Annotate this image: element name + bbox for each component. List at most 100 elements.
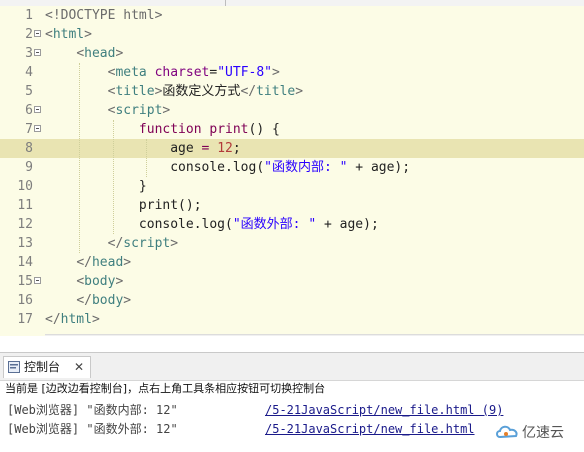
code-text: </body>	[45, 291, 131, 310]
watermark-text: 亿速云	[522, 425, 564, 441]
code-token: console.log(	[45, 217, 233, 232]
code-token: "函数内部: "	[264, 160, 348, 175]
line-number: 14	[17, 255, 33, 270]
line-number: 16	[17, 293, 33, 308]
code-line[interactable]: 1 <!DOCTYPE html>	[0, 6, 584, 25]
code-text: <head>	[45, 44, 123, 63]
code-line[interactable]: 4 <meta charset="UTF-8">	[0, 63, 584, 82]
code-token: title	[115, 84, 155, 99]
line-number: 15	[17, 274, 33, 289]
code-token: title	[256, 84, 296, 99]
code-line[interactable]: 11 print();	[0, 196, 584, 215]
code-text: age = 12;	[45, 139, 241, 158]
code-line[interactable]: 5 <title>函数定义方式</title>	[0, 82, 584, 101]
fold-toggle-icon[interactable]	[34, 106, 41, 113]
code-line[interactable]: 2 <html>	[0, 25, 584, 44]
line-number: 13	[17, 236, 33, 251]
line-number: 4	[25, 65, 33, 80]
code-text: </head>	[45, 253, 131, 272]
code-token: + age);	[316, 217, 379, 232]
indent-guide	[113, 120, 114, 234]
fold-toggle-icon[interactable]	[34, 125, 41, 132]
code-text: <title>函数定义方式</title>	[45, 82, 303, 101]
code-token: "函数外部: "	[232, 217, 317, 232]
line-number: 5	[25, 84, 33, 99]
code-token: body	[84, 274, 116, 289]
code-text: <script>	[45, 101, 171, 120]
code-token: head	[91, 255, 124, 270]
code-text: console.log("函数内部: " + age);	[45, 158, 410, 177]
code-text: print();	[45, 196, 202, 215]
code-token: >	[115, 274, 124, 289]
indent-guide	[146, 139, 147, 177]
code-token: <	[76, 274, 85, 289]
code-token: script	[123, 236, 171, 251]
code-token: </	[45, 312, 61, 327]
code-token: print	[209, 122, 249, 137]
line-number: 10	[17, 179, 33, 194]
code-line[interactable]: 15 <body>	[0, 272, 584, 291]
code-line[interactable]: 7 function print() {	[0, 120, 584, 139]
code-token: ;	[232, 141, 241, 156]
code-text: }	[45, 177, 147, 196]
code-token: <	[76, 46, 85, 61]
horizontal-scrollbar[interactable]	[45, 334, 584, 336]
close-icon[interactable]: ✕	[74, 357, 84, 377]
code-token: charset	[154, 65, 210, 80]
code-token: head	[84, 46, 116, 61]
code-text: </script>	[45, 234, 178, 253]
code-text: <!DOCTYPE html>	[45, 6, 162, 25]
fold-toggle-icon[interactable]	[34, 49, 41, 56]
code-text: <meta charset="UTF-8">	[45, 63, 280, 82]
code-editor[interactable]: 1 <!DOCTYPE html> 2 <html> 3 <head> 4 <meta c…	[0, 0, 584, 336]
code-token: >	[84, 27, 92, 42]
code-line[interactable]: 3 <head>	[0, 44, 584, 63]
code-token: >	[91, 312, 100, 327]
line-number: 12	[17, 217, 33, 232]
tab-console[interactable]: 控制台 ✕	[3, 356, 91, 378]
fold-toggle-icon[interactable]	[34, 30, 41, 37]
code-text: function print() {	[45, 120, 280, 139]
code-token: script	[115, 103, 163, 118]
console-output-line: [Web浏览器] "函数内部: 12"	[7, 403, 178, 417]
code-token: >	[295, 84, 304, 99]
line-number: 17	[17, 312, 33, 327]
console-output-link[interactable]: /5-21JavaScript/new_file.html (9)	[265, 401, 503, 420]
code-token: function	[138, 122, 202, 137]
line-number: 3	[25, 46, 33, 61]
code-line[interactable]: 12 console.log("函数外部: " + age);	[0, 215, 584, 234]
code-line[interactable]: 6 <script>	[0, 101, 584, 120]
code-line[interactable]: 17 </html>	[0, 310, 584, 329]
code-token: 12	[217, 141, 233, 156]
code-text: console.log("函数外部: " + age);	[45, 215, 379, 234]
console-tab-bar: 控制台 ✕	[0, 352, 584, 381]
code-line[interactable]: 14 </head>	[0, 253, 584, 272]
code-line[interactable]: 9 console.log("函数内部: " + age);	[0, 158, 584, 177]
code-line[interactable]: 13 </script>	[0, 234, 584, 253]
console-output-link[interactable]: /5-21JavaScript/new_file.html	[265, 420, 475, 439]
code-text: </html>	[45, 310, 100, 329]
code-token: print();	[45, 198, 202, 213]
line-number: 11	[17, 198, 33, 213]
code-token: html	[60, 312, 92, 327]
code-token: </	[76, 293, 92, 308]
fold-toggle-icon[interactable]	[34, 277, 41, 284]
code-token: html	[52, 27, 85, 42]
code-token: <	[45, 27, 53, 42]
code-line[interactable]: 8 age = 12;	[0, 139, 584, 158]
code-token: >	[123, 293, 132, 308]
indent-guide	[79, 63, 80, 253]
code-line[interactable]: 10 }	[0, 177, 584, 196]
code-line[interactable]: 16 </body>	[0, 291, 584, 310]
watermark: 亿速云	[490, 420, 584, 444]
code-token: "UTF-8"	[217, 65, 273, 80]
line-number: 9	[25, 160, 33, 175]
console-tab-label: 控制台	[24, 360, 61, 374]
code-token: >	[272, 65, 280, 80]
